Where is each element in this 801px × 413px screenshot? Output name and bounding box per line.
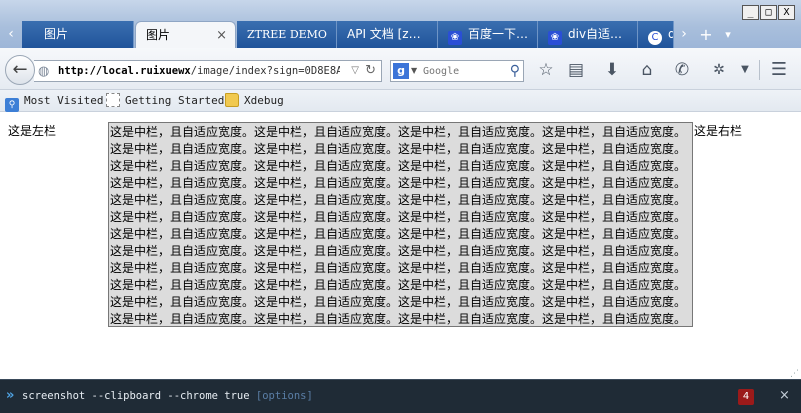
url-host: http://local.ruixuewx: [58, 65, 191, 77]
center-text-line: 这是中栏，且自适应宽度。这是中栏，且自适应宽度。这是中栏，且自适应宽度。这是中栏…: [110, 312, 687, 326]
center-text-line: 这是中栏，且自适应宽度。这是中栏，且自适应宽度。这是中栏，且自适应宽度。这是中栏…: [110, 142, 687, 156]
right-column: 这是右栏: [694, 124, 743, 138]
bookmark-star-icon[interactable]: ☆: [534, 58, 558, 82]
center-text-line: 这是中栏，且自适应宽度。这是中栏，且自适应宽度。这是中栏，且自适应宽度。这是中栏…: [110, 295, 687, 309]
resize-grip-icon[interactable]: ⋰: [790, 369, 799, 379]
tab-4[interactable]: API 文档 [z…: [337, 21, 438, 48]
command-input[interactable]: screenshot --clipboard --chrome true [op…: [22, 390, 313, 402]
prompt-chevron-icon: »: [6, 388, 15, 403]
page-icon: [106, 93, 120, 107]
close-window-button[interactable]: X: [778, 5, 795, 20]
hamburger-menu-icon[interactable]: ☰: [767, 58, 791, 82]
command-text: screenshot --clipboard --chrome true: [22, 390, 256, 402]
bookmark-most-visited[interactable]: ⚲ Most Visited: [5, 93, 104, 112]
folder-icon: [225, 93, 239, 107]
magnifier-icon[interactable]: ⚲: [510, 61, 520, 81]
url-bar[interactable]: ◍ http://local.ruixuewx/image/index?sign…: [34, 60, 382, 82]
chevron-down-icon[interactable]: ▼: [733, 58, 757, 82]
globe-icon: ◍: [38, 64, 50, 79]
center-text-line: 这是中栏，且自适应宽度。这是中栏，且自适应宽度。这是中栏，且自适应宽度。这是中栏…: [110, 261, 687, 275]
navigation-toolbar: ◍ http://local.ruixuewx/image/index?sign…: [0, 48, 801, 90]
bookmarks-menu-icon[interactable]: ▤: [564, 58, 588, 82]
paw-icon: ❀: [448, 31, 462, 45]
tab-label: d: [668, 27, 673, 41]
window-controls: _ □ X: [742, 5, 795, 20]
tab-close-icon[interactable]: ×: [216, 22, 227, 48]
list-all-tabs-icon[interactable]: ▾: [719, 21, 737, 48]
bookmark-xdebug[interactable]: Xdebug: [225, 93, 284, 109]
new-tab-button[interactable]: +: [697, 21, 715, 48]
url-text[interactable]: http://local.ruixuewx/image/index?sign=0…: [58, 61, 340, 81]
search-bar[interactable]: g ▼ ⚲: [390, 60, 524, 82]
center-text-line: 这是中栏，且自适应宽度。这是中栏，且自适应宽度。这是中栏，且自适应宽度。这是中栏…: [110, 210, 687, 224]
tab-7[interactable]: Cd: [638, 21, 674, 48]
center-text-line: 这是中栏，且自适应宽度。这是中栏，且自适应宽度。这是中栏，且自适应宽度。这是中栏…: [110, 227, 687, 241]
minimize-button[interactable]: _: [742, 5, 759, 20]
bookmark-getting-started[interactable]: Getting Started: [106, 93, 224, 109]
back-arrow-icon: ←: [12, 59, 28, 80]
paw-icon: ❀: [548, 31, 562, 45]
tab-6[interactable]: ❀ div自适…: [538, 21, 638, 48]
options-hint: [options]: [255, 390, 313, 402]
tab-label: 图片: [44, 27, 69, 41]
tab-row: ‹ 图片 图片 × ZTREE DEMO API 文档 [z… ❀ 百度一下… ❀…: [0, 21, 801, 48]
center-text-line: 这是中栏，且自适应宽度。这是中栏，且自适应宽度。这是中栏，且自适应宽度。这是中栏…: [110, 125, 687, 139]
tab-label: 图片: [146, 28, 171, 42]
tab-scroll-left-icon[interactable]: ‹: [4, 21, 18, 48]
center-text-line: 这是中栏，且自适应宽度。这是中栏，且自适应宽度。这是中栏，且自适应宽度。这是中栏…: [110, 244, 687, 258]
left-column: 这是左栏: [8, 124, 57, 138]
page-content: 这是左栏 这是中栏，且自适应宽度。这是中栏，且自适应宽度。这是中栏，且自适应宽度…: [0, 113, 801, 379]
tab-5[interactable]: ❀ 百度一下…: [438, 21, 538, 48]
chevron-down-icon[interactable]: ▼: [411, 61, 417, 81]
tab-label: 百度一下…: [468, 27, 529, 41]
url-path: /image/index?sign=0D8E8AA9: [190, 65, 340, 77]
downloads-icon[interactable]: ⬇: [600, 58, 624, 82]
center-text-line: 这是中栏，且自适应宽度。这是中栏，且自适应宽度。这是中栏，且自适应宽度。这是中栏…: [110, 159, 687, 173]
bookmark-label: Getting Started: [125, 94, 225, 107]
firebug-icon[interactable]: ✲: [707, 58, 731, 82]
home-icon[interactable]: ⌂: [635, 58, 659, 82]
tab-label: ZTREE DEMO: [247, 28, 327, 41]
close-devtools-icon[interactable]: ×: [779, 388, 790, 403]
tab-scroll-right-icon[interactable]: ›: [675, 21, 693, 48]
tab-label: div自适…: [568, 27, 623, 41]
toolbar-separator: [759, 60, 760, 80]
reload-icon[interactable]: ↻: [365, 61, 376, 81]
center-text-line: 这是中栏，且自适应宽度。这是中栏，且自适应宽度。这是中栏，且自适应宽度。这是中栏…: [110, 278, 687, 292]
c-icon: C: [648, 31, 662, 45]
tab-label: API 文档 [z…: [347, 27, 421, 41]
developer-toolbar: » screenshot --clipboard --chrome true […: [0, 379, 801, 413]
bookmarks-toolbar: ⚲ Most Visited Getting Started Xdebug: [0, 90, 801, 112]
tab-strip: _ □ X ‹ 图片 图片 × ZTREE DEMO API 文档 [z… ❀ 百…: [0, 0, 801, 48]
google-icon[interactable]: g: [393, 63, 409, 79]
bookmark-label: Most Visited: [24, 94, 104, 107]
phone-icon[interactable]: ✆: [670, 58, 694, 82]
error-count-badge[interactable]: 4: [738, 389, 754, 405]
tab-1[interactable]: 图片: [22, 21, 134, 48]
tab-3[interactable]: ZTREE DEMO: [237, 21, 337, 48]
center-text-line: 这是中栏，且自适应宽度。这是中栏，且自适应宽度。这是中栏，且自适应宽度。这是中栏…: [110, 193, 687, 207]
url-history-dropdown-icon[interactable]: ▽: [351, 61, 359, 81]
center-text-line: 这是中栏，且自适应宽度。这是中栏，且自适应宽度。这是中栏，且自适应宽度。这是中栏…: [110, 176, 687, 190]
bookmark-label: Xdebug: [244, 94, 284, 107]
most-visited-icon: ⚲: [5, 98, 19, 112]
center-column: 这是中栏，且自适应宽度。这是中栏，且自适应宽度。这是中栏，且自适应宽度。这是中栏…: [108, 122, 693, 327]
maximize-button[interactable]: □: [760, 5, 777, 20]
search-input[interactable]: [423, 61, 503, 81]
back-button[interactable]: ←: [5, 55, 35, 85]
tab-2-active[interactable]: 图片 ×: [135, 21, 236, 48]
